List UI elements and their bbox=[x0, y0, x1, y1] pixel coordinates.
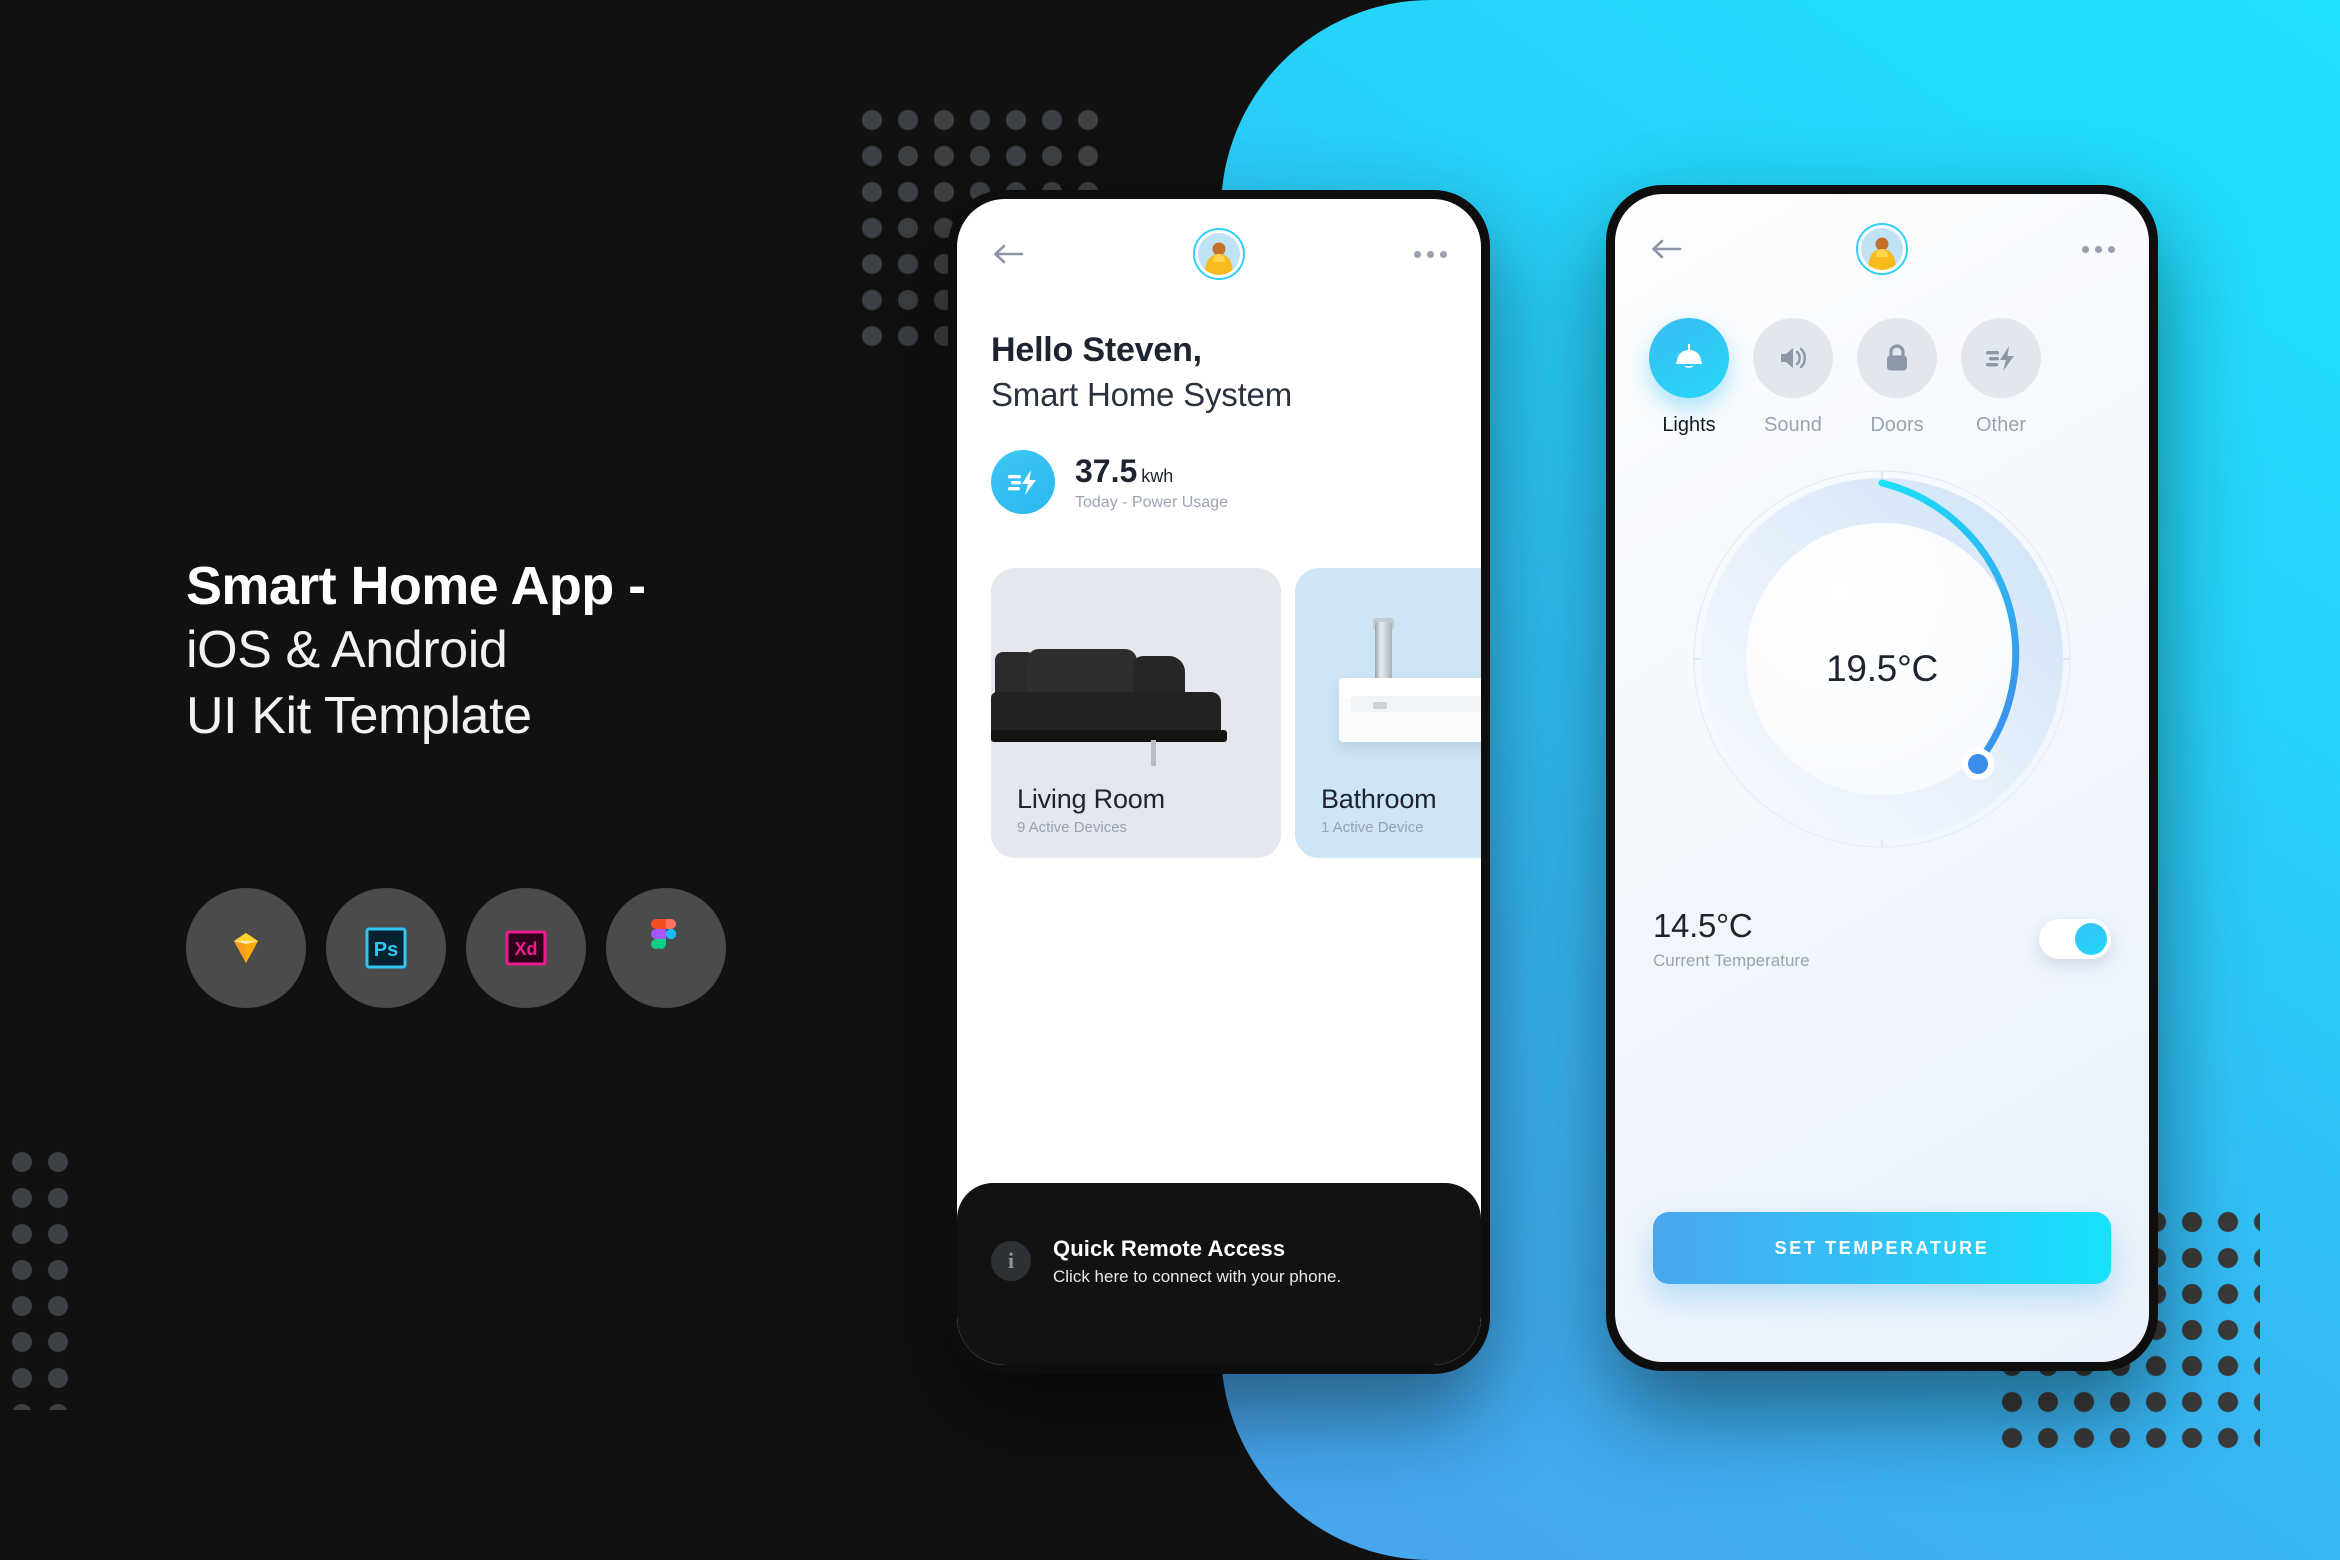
phone-1-topbar bbox=[957, 199, 1481, 309]
remote-subtitle: Click here to connect with your phone. bbox=[1053, 1266, 1342, 1286]
tool-badge-adobe-xd: Xd bbox=[466, 888, 586, 1008]
pendant-lamp-icon bbox=[1676, 344, 1702, 368]
greeting-name: Hello Steven, bbox=[991, 331, 1202, 369]
avatar[interactable] bbox=[1856, 223, 1908, 275]
tool-badge-row: Ps Xd bbox=[186, 888, 726, 1008]
toggle-knob bbox=[2075, 923, 2107, 955]
hero-title-line2: iOS & Android bbox=[186, 621, 508, 680]
hero-title-line3: UI Kit Template bbox=[186, 686, 532, 745]
tool-badge-sketch bbox=[186, 888, 306, 1008]
dial-target-temperature: 19.5°C bbox=[1826, 648, 1938, 689]
avatar[interactable] bbox=[1193, 228, 1245, 280]
avatar-image bbox=[1198, 233, 1240, 275]
screenshot-stage: Smart Home App - iOS & Android UI Kit Te… bbox=[0, 0, 2340, 1560]
tab-sound[interactable]: Sound bbox=[1753, 318, 1833, 437]
phone-1-screen: Hello Steven, Smart Home System 37.5kwh bbox=[957, 199, 1481, 1365]
tab-lights[interactable]: Lights bbox=[1649, 318, 1729, 437]
adobe-xd-icon: Xd bbox=[505, 930, 547, 966]
device-category-tabs: Lights Sound Doors Other bbox=[1615, 304, 2149, 437]
room-card-list: Living Room 9 Active Devices Bathroom 1 … bbox=[957, 514, 1481, 858]
quick-remote-access-card[interactable]: i Quick Remote Access Click here to conn… bbox=[957, 1183, 1481, 1365]
more-options-icon[interactable] bbox=[1414, 250, 1447, 258]
lock-icon bbox=[1887, 344, 1907, 371]
room-name: Bathroom bbox=[1321, 784, 1437, 814]
current-temperature-label: Current Temperature bbox=[1653, 951, 1810, 970]
room-card-bathroom[interactable]: Bathroom 1 Active Device bbox=[1295, 568, 1481, 858]
info-icon: i bbox=[991, 1241, 1031, 1281]
thermostat-toggle[interactable] bbox=[2039, 919, 2111, 959]
tab-doors-circle bbox=[1857, 318, 1937, 398]
back-arrow-icon[interactable] bbox=[991, 239, 1025, 269]
room-card-living-room[interactable]: Living Room 9 Active Devices bbox=[991, 568, 1281, 858]
person-avatar-icon bbox=[1205, 242, 1233, 275]
power-text-block: 37.5 kwh Today - Power Usage bbox=[1075, 453, 1228, 512]
remote-text-block: Quick Remote Access Click here to connec… bbox=[1053, 1236, 1341, 1287]
tab-lights-circle bbox=[1649, 318, 1729, 398]
back-arrow-icon[interactable] bbox=[1649, 234, 1683, 264]
tab-other-circle bbox=[1961, 318, 2041, 398]
phone-mockup-thermostat: Lights Sound Doors Other 19.5°C 14.5°C C… bbox=[1606, 185, 2158, 1371]
power-usage-row[interactable]: 37.5 kwh Today - Power Usage bbox=[957, 414, 1481, 514]
room-name: Living Room bbox=[1017, 784, 1165, 814]
power-bolt-icon bbox=[991, 450, 1055, 514]
svg-text:Ps: Ps bbox=[374, 939, 398, 961]
tab-other[interactable]: Other bbox=[1961, 318, 2041, 437]
room-device-count: 9 Active Devices bbox=[1017, 819, 1128, 836]
remote-title: Quick Remote Access bbox=[1053, 1235, 1286, 1261]
current-temperature-row: 14.5°C Current Temperature bbox=[1615, 879, 2149, 971]
greeting-block: Hello Steven, Smart Home System bbox=[957, 309, 1481, 414]
greeting-subtitle: Smart Home System bbox=[991, 376, 1292, 413]
phone-2-topbar bbox=[1615, 194, 2149, 304]
person-avatar-icon bbox=[1868, 237, 1896, 270]
temperature-dial-wrap: 19.5°C bbox=[1615, 459, 2149, 879]
figma-icon bbox=[651, 919, 677, 949]
hero-copy: Smart Home App - iOS & Android UI Kit Te… bbox=[186, 556, 886, 747]
hero-title-line1: Smart Home App - bbox=[186, 556, 646, 616]
power-caption: Today - Power Usage bbox=[1075, 493, 1228, 511]
phone-2-screen: Lights Sound Doors Other 19.5°C 14.5°C C… bbox=[1615, 194, 2149, 1362]
dot-pattern-left bbox=[10, 1150, 82, 1410]
room-device-count: 1 Active Device bbox=[1321, 819, 1424, 836]
bolt-lines-icon bbox=[1008, 470, 1036, 495]
sink-photo bbox=[1339, 618, 1481, 742]
current-temperature-text: 14.5°C Current Temperature bbox=[1653, 907, 1810, 971]
photoshop-icon: Ps bbox=[365, 927, 407, 969]
svg-text:Xd: Xd bbox=[514, 939, 537, 959]
tab-lights-label: Lights bbox=[1662, 414, 1716, 436]
tab-sound-circle bbox=[1753, 318, 1833, 398]
phone-mockup-home: Hello Steven, Smart Home System 37.5kwh bbox=[948, 190, 1490, 1374]
tab-sound-label: Sound bbox=[1764, 414, 1822, 436]
tool-badge-figma bbox=[606, 888, 726, 1008]
power-value-line: 37.5 kwh bbox=[1075, 453, 1228, 490]
tab-doors-label: Doors bbox=[1870, 414, 1924, 436]
more-options-icon[interactable] bbox=[2082, 245, 2115, 253]
current-temperature-value: 14.5°C bbox=[1653, 907, 1753, 944]
bolt-icon bbox=[1986, 346, 2014, 371]
room-label: Bathroom 1 Active Device bbox=[1321, 784, 1437, 836]
avatar-image bbox=[1861, 228, 1903, 270]
tool-badge-photoshop: Ps bbox=[326, 888, 446, 1008]
power-value: 37.5 bbox=[1075, 452, 1138, 489]
power-unit: kwh bbox=[1141, 465, 1174, 486]
set-temperature-button[interactable]: SET TEMPERATURE bbox=[1653, 1212, 2111, 1284]
tab-other-label: Other bbox=[1975, 414, 2027, 436]
speaker-icon bbox=[1781, 347, 1806, 369]
sofa-photo bbox=[991, 642, 1231, 766]
sketch-icon bbox=[234, 933, 258, 963]
tab-doors[interactable]: Doors bbox=[1857, 318, 1937, 437]
room-label: Living Room 9 Active Devices bbox=[1017, 784, 1165, 836]
